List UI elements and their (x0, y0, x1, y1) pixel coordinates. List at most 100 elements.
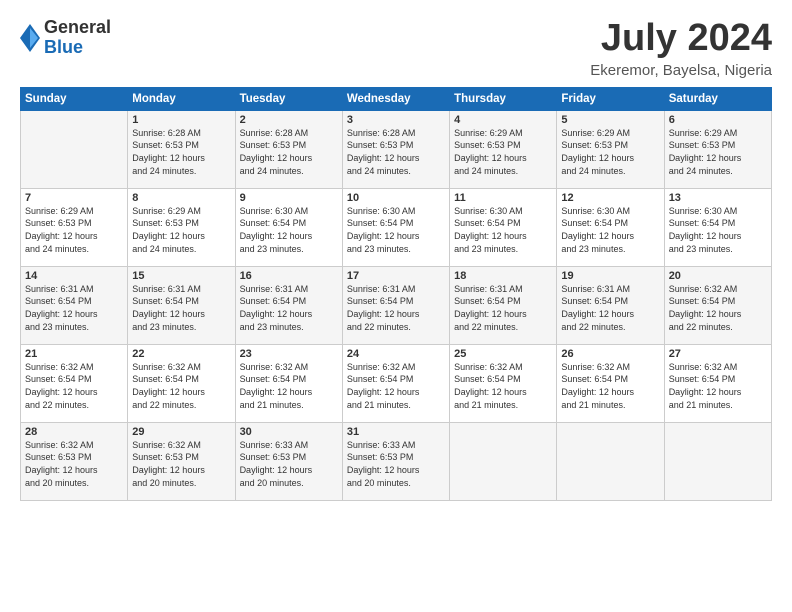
calendar-cell: 10Sunrise: 6:30 AM Sunset: 6:54 PM Dayli… (342, 188, 449, 266)
cell-info: Sunrise: 6:28 AM Sunset: 6:53 PM Dayligh… (347, 127, 445, 177)
day-number: 5 (561, 114, 659, 126)
logo-blue: Blue (44, 38, 111, 58)
day-number: 18 (454, 270, 552, 282)
calendar-cell: 22Sunrise: 6:32 AM Sunset: 6:54 PM Dayli… (128, 344, 235, 422)
day-number: 12 (561, 192, 659, 204)
calendar-row: 1 Sunrise: 6:28 AM Sunset: 6:53 PM Daylig… (21, 110, 772, 188)
day-number: 17 (347, 270, 445, 282)
cell-info: Sunrise: 6:32 AM Sunset: 6:54 PM Dayligh… (669, 283, 767, 333)
calendar-row: 7Sunrise: 6:29 AM Sunset: 6:53 PM Daylig… (21, 188, 772, 266)
day-number: 14 (25, 270, 123, 282)
header-cell: Wednesday (342, 87, 449, 110)
cell-info: Sunrise: 6:29 AM Sunset: 6:53 PM Dayligh… (454, 127, 552, 177)
calendar-cell: 23Sunrise: 6:32 AM Sunset: 6:54 PM Dayli… (235, 344, 342, 422)
cell-info: Sunrise: 6:30 AM Sunset: 6:54 PM Dayligh… (240, 205, 338, 255)
logo-icon (20, 24, 40, 52)
cell-info: Sunrise: 6:29 AM Sunset: 6:53 PM Dayligh… (561, 127, 659, 177)
cell-info: Sunrise: 6:32 AM Sunset: 6:54 PM Dayligh… (669, 361, 767, 411)
calendar-cell: 11Sunrise: 6:30 AM Sunset: 6:54 PM Dayli… (450, 188, 557, 266)
cell-info: Sunrise: 6:30 AM Sunset: 6:54 PM Dayligh… (454, 205, 552, 255)
calendar-cell: 1Sunrise: 6:28 AM Sunset: 6:53 PM Daylig… (128, 110, 235, 188)
calendar-row: 14 Sunrise: 6:31 AM Sunset: 6:54 PM Dayli… (21, 266, 772, 344)
cell-info: Sunrise: 6:31 AM Sunset: 6:54 PM Dayligh… (132, 283, 230, 333)
calendar-table: SundayMondayTuesdayWednesdayThursdayFrid… (20, 87, 772, 501)
calendar-cell (21, 110, 128, 188)
day-number: 22 (132, 348, 230, 360)
header-cell: Monday (128, 87, 235, 110)
day-number: 31 (347, 426, 445, 438)
day-number: 16 (240, 270, 338, 282)
day-number: 30 (240, 426, 338, 438)
calendar-cell: 24Sunrise: 6:32 AM Sunset: 6:54 PM Dayli… (342, 344, 449, 422)
calendar-cell: 19Sunrise: 6:31 AM Sunset: 6:54 PM Dayli… (557, 266, 664, 344)
cell-info: Sunrise: 6:31 AM Sunset: 6:54 PM Dayligh… (347, 283, 445, 333)
calendar-cell: 18Sunrise: 6:31 AM Sunset: 6:54 PM Dayli… (450, 266, 557, 344)
calendar-cell: 20Sunrise: 6:32 AM Sunset: 6:54 PM Dayli… (664, 266, 771, 344)
title-block: July 2024 Ekeremor, Bayelsa, Nigeria (590, 18, 772, 79)
calendar-cell: 6Sunrise: 6:29 AM Sunset: 6:53 PM Daylig… (664, 110, 771, 188)
cell-info: Sunrise: 6:32 AM Sunset: 6:53 PM Dayligh… (132, 439, 230, 489)
cell-info: Sunrise: 6:32 AM Sunset: 6:54 PM Dayligh… (561, 361, 659, 411)
day-number: 2 (240, 114, 338, 126)
calendar-cell (450, 422, 557, 500)
month-title: July 2024 (590, 18, 772, 60)
logo: General Blue (20, 18, 111, 58)
calendar-cell: 26Sunrise: 6:32 AM Sunset: 6:54 PM Dayli… (557, 344, 664, 422)
header-row: SundayMondayTuesdayWednesdayThursdayFrid… (21, 87, 772, 110)
cell-info: Sunrise: 6:30 AM Sunset: 6:54 PM Dayligh… (561, 205, 659, 255)
day-number: 4 (454, 114, 552, 126)
calendar-cell (664, 422, 771, 500)
calendar-cell: 30Sunrise: 6:33 AM Sunset: 6:53 PM Dayli… (235, 422, 342, 500)
day-number: 26 (561, 348, 659, 360)
day-number: 23 (240, 348, 338, 360)
cell-info: Sunrise: 6:30 AM Sunset: 6:54 PM Dayligh… (669, 205, 767, 255)
cell-info: Sunrise: 6:28 AM Sunset: 6:53 PM Dayligh… (240, 127, 338, 177)
cell-info: Sunrise: 6:29 AM Sunset: 6:53 PM Dayligh… (669, 127, 767, 177)
day-number: 25 (454, 348, 552, 360)
day-number: 10 (347, 192, 445, 204)
cell-info: Sunrise: 6:31 AM Sunset: 6:54 PM Dayligh… (561, 283, 659, 333)
header-cell: Thursday (450, 87, 557, 110)
day-number: 13 (669, 192, 767, 204)
day-number: 11 (454, 192, 552, 204)
day-number: 27 (669, 348, 767, 360)
cell-info: Sunrise: 6:31 AM Sunset: 6:54 PM Dayligh… (454, 283, 552, 333)
day-number: 20 (669, 270, 767, 282)
calendar-cell: 9Sunrise: 6:30 AM Sunset: 6:54 PM Daylig… (235, 188, 342, 266)
cell-info: Sunrise: 6:31 AM Sunset: 6:54 PM Dayligh… (240, 283, 338, 333)
day-number: 15 (132, 270, 230, 282)
cell-info: Sunrise: 6:33 AM Sunset: 6:53 PM Dayligh… (240, 439, 338, 489)
calendar-cell: 13Sunrise: 6:30 AM Sunset: 6:54 PM Dayli… (664, 188, 771, 266)
header-cell: Sunday (21, 87, 128, 110)
calendar-cell (557, 422, 664, 500)
cell-info: Sunrise: 6:32 AM Sunset: 6:53 PM Dayligh… (25, 439, 123, 489)
logo-general: General (44, 18, 111, 38)
day-number: 19 (561, 270, 659, 282)
cell-info: Sunrise: 6:32 AM Sunset: 6:54 PM Dayligh… (25, 361, 123, 411)
header-cell: Tuesday (235, 87, 342, 110)
day-number: 28 (25, 426, 123, 438)
day-number: 7 (25, 192, 123, 204)
calendar-cell: 28Sunrise: 6:32 AM Sunset: 6:53 PM Dayli… (21, 422, 128, 500)
calendar-row: 21Sunrise: 6:32 AM Sunset: 6:54 PM Dayli… (21, 344, 772, 422)
calendar-row: 28Sunrise: 6:32 AM Sunset: 6:53 PM Dayli… (21, 422, 772, 500)
cell-info: Sunrise: 6:32 AM Sunset: 6:54 PM Dayligh… (132, 361, 230, 411)
day-number: 1 (132, 114, 230, 126)
location: Ekeremor, Bayelsa, Nigeria (590, 62, 772, 79)
day-number: 8 (132, 192, 230, 204)
header-cell: Friday (557, 87, 664, 110)
logo-text: General Blue (44, 18, 111, 58)
calendar-cell: 29Sunrise: 6:32 AM Sunset: 6:53 PM Dayli… (128, 422, 235, 500)
day-number: 24 (347, 348, 445, 360)
cell-info: Sunrise: 6:30 AM Sunset: 6:54 PM Dayligh… (347, 205, 445, 255)
cell-info: Sunrise: 6:32 AM Sunset: 6:54 PM Dayligh… (454, 361, 552, 411)
calendar-cell: 16Sunrise: 6:31 AM Sunset: 6:54 PM Dayli… (235, 266, 342, 344)
day-number: 21 (25, 348, 123, 360)
cell-info: Sunrise: 6:33 AM Sunset: 6:53 PM Dayligh… (347, 439, 445, 489)
calendar-cell: 25Sunrise: 6:32 AM Sunset: 6:54 PM Dayli… (450, 344, 557, 422)
calendar-cell: 7Sunrise: 6:29 AM Sunset: 6:53 PM Daylig… (21, 188, 128, 266)
calendar-cell: 12Sunrise: 6:30 AM Sunset: 6:54 PM Dayli… (557, 188, 664, 266)
header-cell: Saturday (664, 87, 771, 110)
calendar-cell: 14Sunrise: 6:31 AM Sunset: 6:54 PM Dayli… (21, 266, 128, 344)
cell-info: Sunrise: 6:32 AM Sunset: 6:54 PM Dayligh… (347, 361, 445, 411)
